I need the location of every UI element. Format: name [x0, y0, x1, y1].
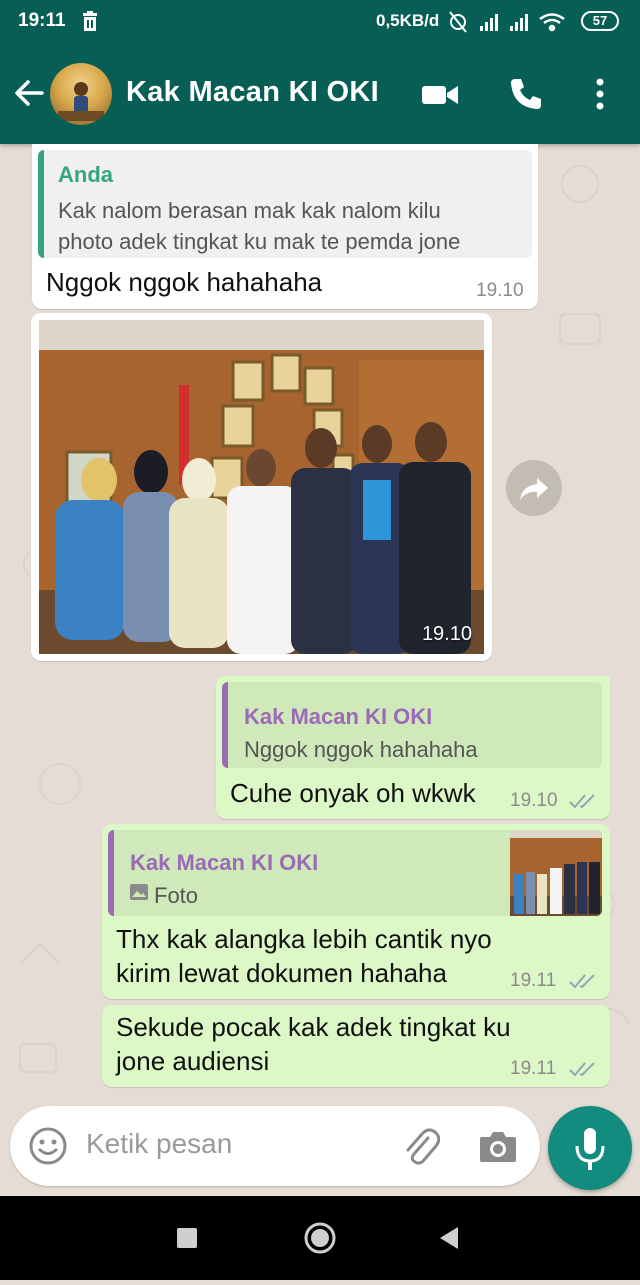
signal-wifi-icons: [449, 11, 565, 33]
signal-icon: [480, 14, 498, 31]
chat-header: Kak Macan KI OKI: [0, 46, 640, 144]
photo-thumbnail[interactable]: 19.10: [39, 320, 484, 654]
forward-icon: [520, 478, 548, 500]
quote-bar: [108, 830, 114, 916]
phone-icon[interactable]: [508, 76, 544, 112]
message-bubble-outgoing[interactable]: Kak Macan KI OKI Foto Thx kak alangka le…: [102, 824, 610, 999]
message-bubble-incoming[interactable]: Anda Kak nalom berasan mak kak nalom kil…: [32, 144, 538, 309]
group-photo-image: [39, 320, 484, 654]
message-input[interactable]: Ketik pesan: [86, 1128, 232, 1160]
quote-author: Anda: [58, 162, 113, 187]
quote-text-line: photo adek tingkat ku mak te pemda jone: [58, 229, 461, 254]
signal-icon-2: [510, 14, 528, 31]
trash-icon: [83, 11, 97, 31]
message-time: 19.10: [476, 280, 524, 301]
message-text-line: jone audiensi: [116, 1046, 270, 1076]
read-ticks-icon: [569, 794, 595, 809]
quote-bar: [38, 150, 44, 258]
quote-author: Kak Macan KI OKI: [130, 850, 319, 875]
microphone-icon: [575, 1128, 605, 1170]
status-time: 19:11: [18, 10, 66, 31]
read-ticks-icon: [569, 974, 595, 989]
attach-icon[interactable]: [400, 1124, 440, 1168]
message-text: Nggok nggok hahahaha: [46, 267, 323, 297]
back-button[interactable]: [440, 1227, 458, 1249]
photo-time: 19.10: [421, 623, 472, 645]
quote-text: Nggok nggok hahahaha: [244, 737, 478, 762]
quoted-message[interactable]: Kak Macan KI OKI Foto: [108, 830, 602, 916]
video-call-icon[interactable]: [420, 80, 460, 110]
message-text-line: Thx kak alangka lebih cantik nyo: [116, 924, 492, 954]
quote-text: Foto: [154, 883, 199, 908]
quote-bar: [222, 682, 228, 768]
back-arrow-icon[interactable]: [12, 76, 46, 110]
contact-name[interactable]: Kak Macan KI OKI: [126, 76, 379, 109]
message-text-line: kirim lewat dokumen hahaha: [116, 958, 447, 988]
network-speed: 0,5KB/d: [376, 11, 440, 30]
quote-author: Kak Macan KI OKI: [244, 704, 433, 729]
wifi-icon: [539, 13, 565, 32]
message-time: 19.10: [510, 790, 558, 811]
message-time: 19.11: [510, 970, 557, 991]
message-bubble-outgoing[interactable]: Kak Macan KI OKI Nggok nggok hahahaha Cu…: [216, 676, 610, 819]
quoted-photo-thumbnail: [510, 830, 602, 916]
battery-indicator: 57: [581, 11, 619, 31]
status-bar: 19:11 0,5KB/d 57: [0, 0, 640, 46]
camera-icon[interactable]: [478, 1128, 518, 1164]
voice-message-button[interactable]: [548, 1106, 632, 1190]
emoji-icon[interactable]: [28, 1126, 68, 1166]
quoted-message[interactable]: Anda Kak nalom berasan mak kak nalom kil…: [38, 150, 532, 258]
message-composer[interactable]: Ketik pesan: [10, 1106, 540, 1186]
message-time: 19.11: [510, 1058, 557, 1079]
message-text-line: Sekude pocak kak adek tingkat ku: [116, 1012, 511, 1042]
read-ticks-icon: [569, 1062, 595, 1077]
recents-button[interactable]: [177, 1228, 197, 1248]
home-button[interactable]: [304, 1222, 336, 1254]
message-bubble-outgoing[interactable]: Sekude pocak kak adek tingkat ku jone au…: [102, 1005, 610, 1087]
photo-icon: [130, 884, 148, 900]
quoted-message[interactable]: Kak Macan KI OKI Nggok nggok hahahaha: [222, 682, 602, 768]
system-nav-bar: [0, 1196, 640, 1280]
avatar[interactable]: [50, 63, 112, 125]
message-text: Cuhe onyak oh wkwk: [230, 778, 476, 808]
alarm-off-icon: [449, 11, 467, 33]
forward-button[interactable]: [506, 460, 562, 516]
more-vert-icon[interactable]: [590, 76, 610, 112]
quote-text-line: Kak nalom berasan mak kak nalom kilu: [58, 198, 441, 223]
